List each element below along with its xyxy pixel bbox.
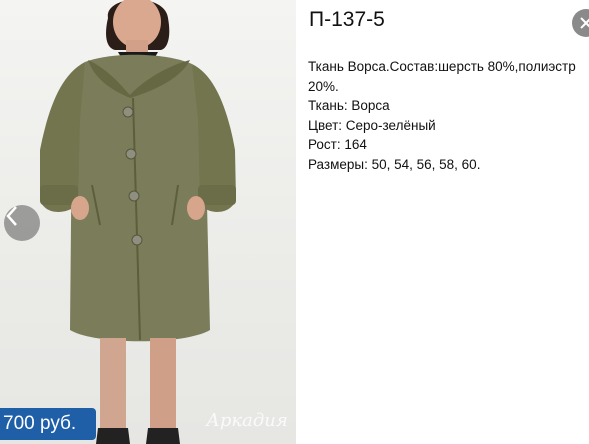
model-in-coat-image <box>40 0 236 444</box>
product-description: Ткань Ворса.Состав:шерсть 80%,полиэстр 2… <box>308 57 589 174</box>
chevron-left-icon <box>6 206 17 226</box>
sizes-line: Размеры: 50, 54, 56, 58, 60. <box>308 156 481 172</box>
height-line: Рост: 164 <box>308 137 367 152</box>
fabric-line: Ткань: Ворса <box>308 98 390 113</box>
close-icon <box>580 17 589 29</box>
product-title: П-137-5 <box>309 8 385 31</box>
description-line: 20%. <box>308 78 339 94</box>
gallery-prev-button[interactable] <box>4 205 40 241</box>
description-line: Ткань Ворса.Состав:шерсть 80%,полиэстр <box>308 59 576 74</box>
close-button[interactable] <box>572 9 589 37</box>
color-line: Цвет: Серо-зелёный <box>308 117 436 133</box>
product-photo: Аркадия 700 руб. <box>0 0 296 444</box>
price-badge: 700 руб. <box>0 408 96 440</box>
brand-watermark: Аркадия <box>206 409 288 431</box>
